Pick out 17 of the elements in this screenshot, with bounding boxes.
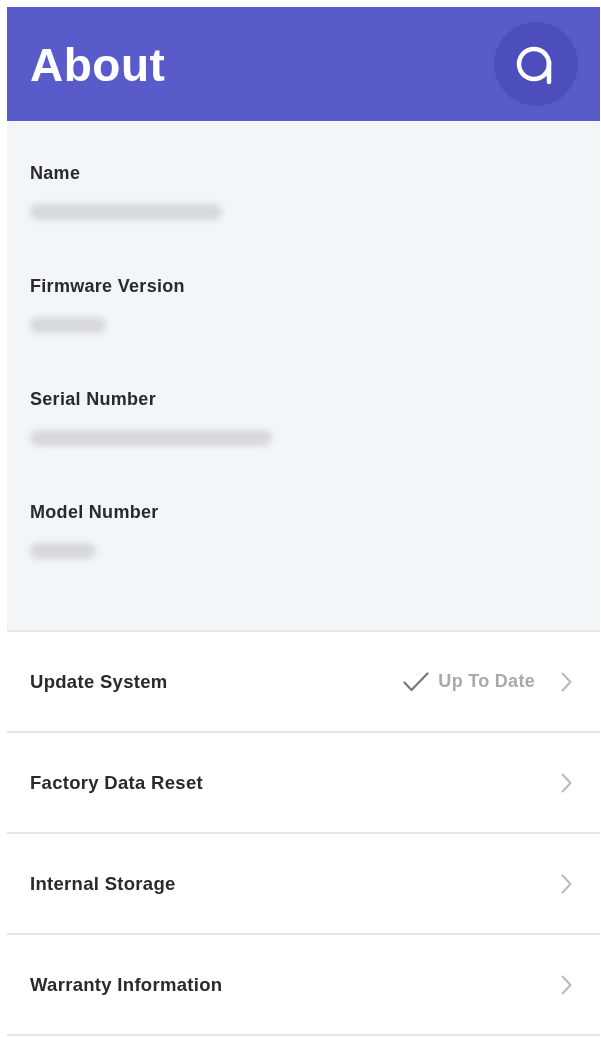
chevron-icon — [561, 974, 572, 995]
page-title: About — [30, 38, 166, 92]
chevron-icon — [561, 772, 572, 793]
chevron-icon — [561, 873, 572, 894]
field-label: Firmware Version — [30, 275, 185, 297]
field-label: Model Number — [30, 501, 159, 523]
field-label: Serial Number — [30, 388, 156, 410]
row-label: Internal Storage — [30, 872, 176, 895]
status-text: Up To Date — [438, 671, 535, 692]
circle-logo-icon[interactable] — [494, 22, 578, 106]
field-label: Name — [30, 162, 81, 184]
check-icon — [403, 671, 430, 692]
chevron-icon — [561, 671, 572, 692]
row-label: Update System — [30, 670, 168, 693]
blurred-value — [30, 543, 96, 559]
row-label: Warranty Information — [30, 973, 223, 996]
row-label: Factory Data Reset — [30, 771, 203, 794]
